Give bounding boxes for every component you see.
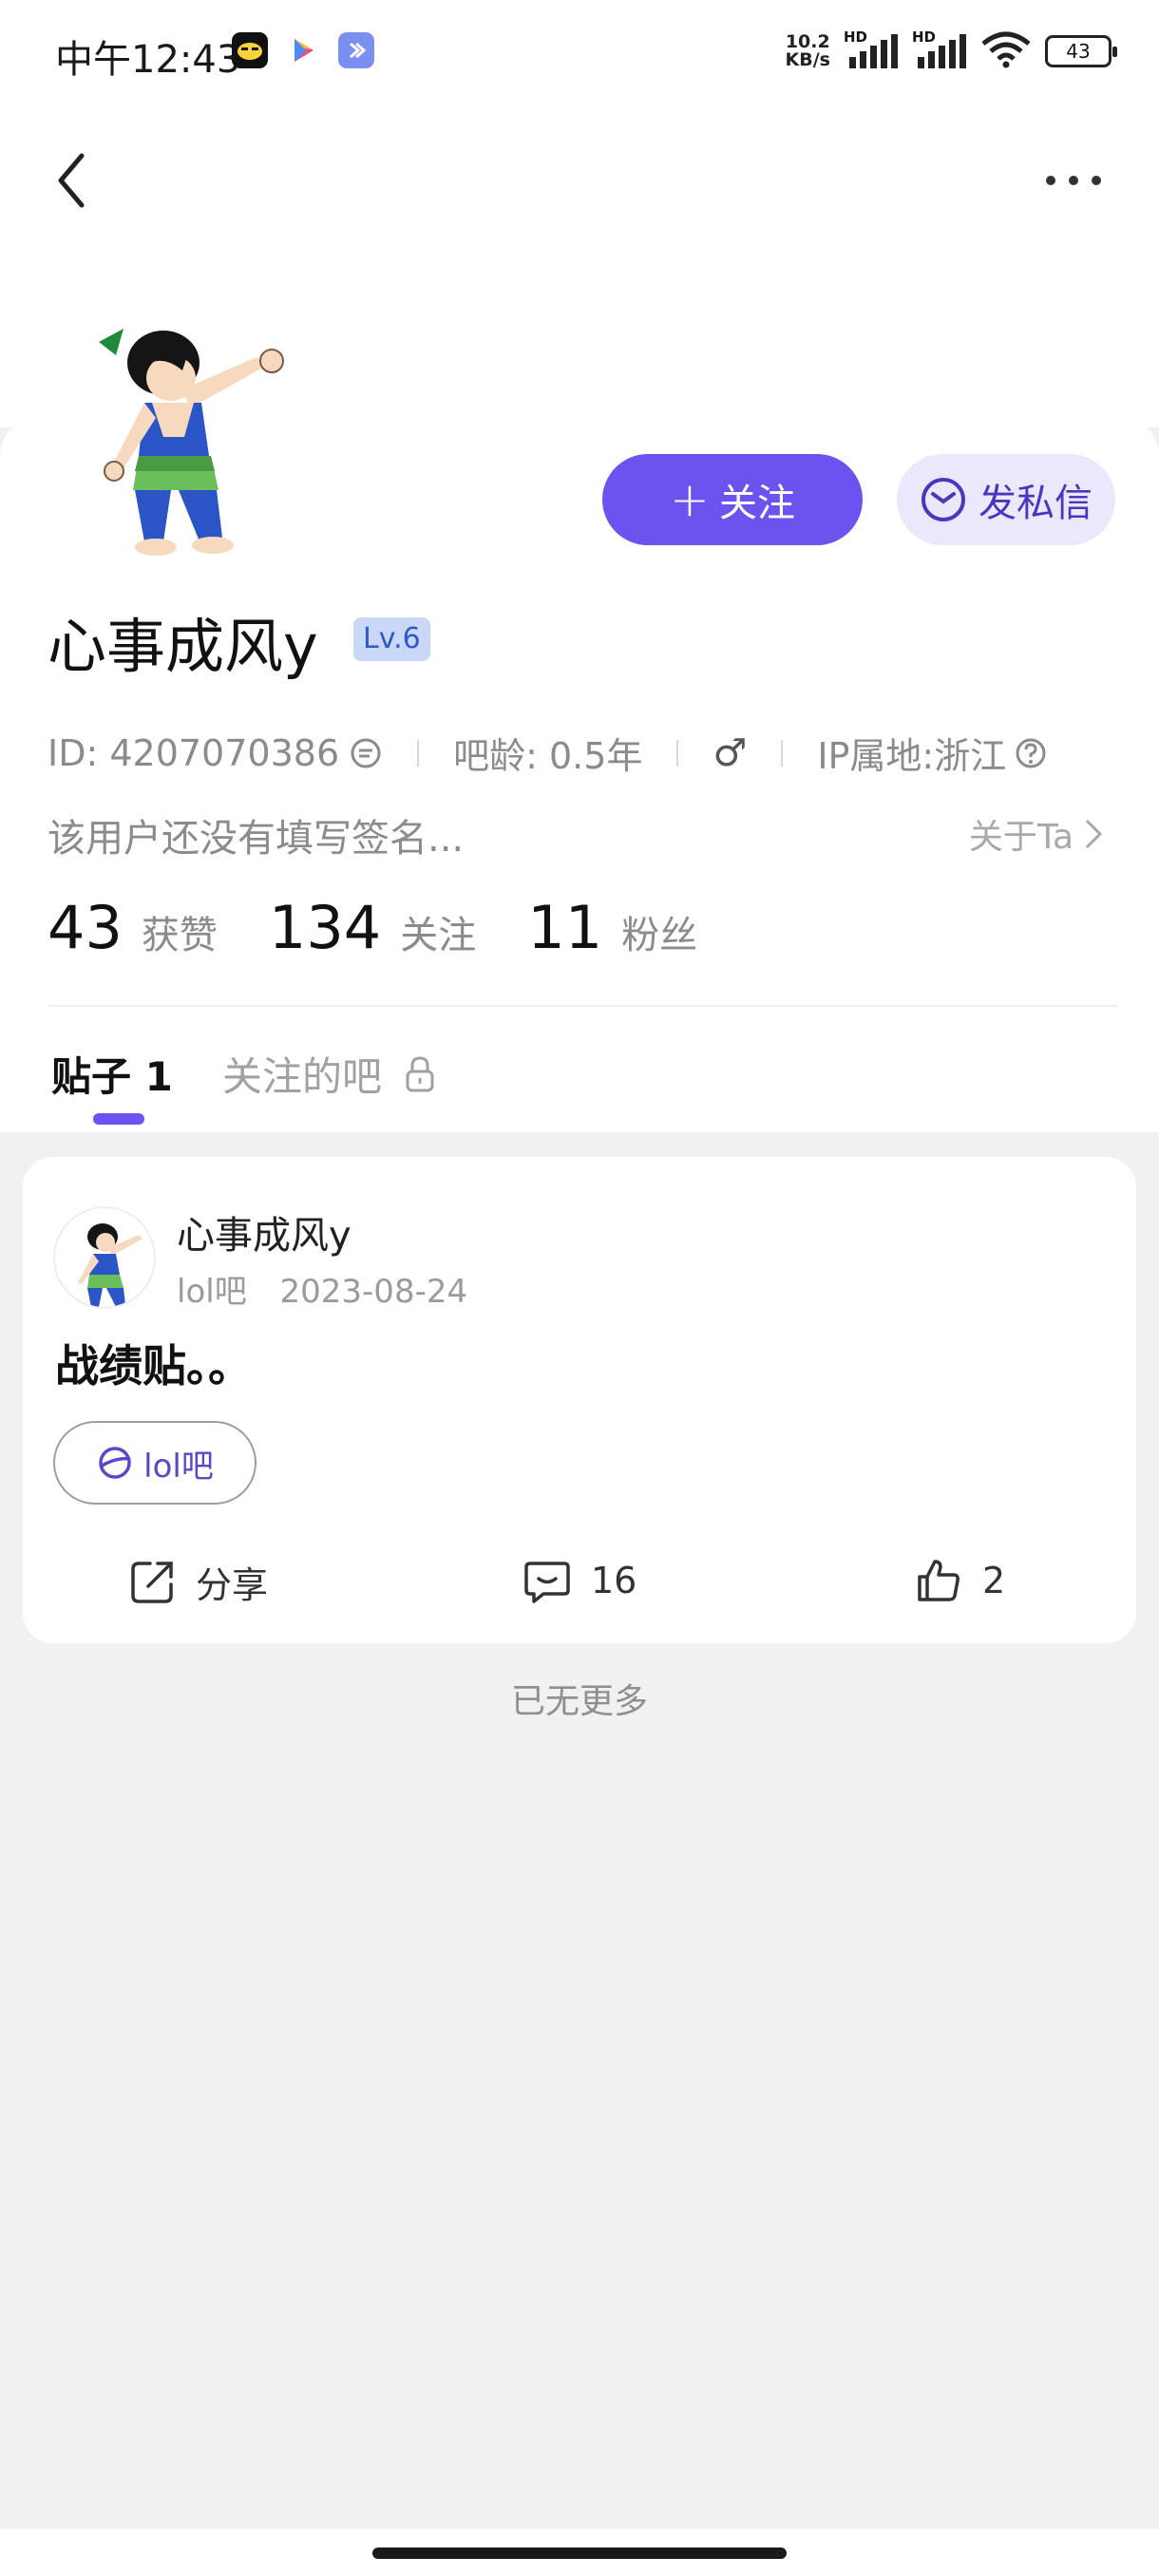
share-icon xyxy=(131,1561,173,1603)
post-title[interactable]: 战绩贴。。 xyxy=(55,1332,252,1394)
back-button[interactable] xyxy=(48,142,104,218)
more-dots-icon xyxy=(1046,176,1101,185)
message-button[interactable]: 发私信 xyxy=(897,454,1115,545)
stat-following-num: 134 xyxy=(268,893,382,962)
share-label: 分享 xyxy=(196,1564,269,1606)
post-actions: 分享 16 2 xyxy=(23,1537,1136,1632)
net-speed-unit: KB/s xyxy=(785,49,830,70)
chevron-left-icon xyxy=(58,153,85,208)
avatar[interactable] xyxy=(57,304,304,560)
male-icon: ♂ xyxy=(712,730,748,775)
chevron-right-icon xyxy=(1085,819,1103,849)
comment-count: 16 xyxy=(591,1560,637,1601)
tab-followed-bars[interactable]: 关注的吧 xyxy=(222,1045,437,1103)
avatar-image xyxy=(99,329,284,556)
profile-meta-row: ID: 4207070386 吧龄: 0.5年 ♂ IP属地:浙江 xyxy=(48,727,1048,779)
signal-1-icon: HD xyxy=(844,28,899,70)
meta-divider xyxy=(781,739,784,767)
avatar-image xyxy=(78,1223,142,1307)
status-time: 中午12:43 xyxy=(55,38,241,82)
bar-planet-icon xyxy=(99,1447,131,1479)
stat-following-label: 关注 xyxy=(400,914,477,957)
signature: 该用户还没有填写签名... xyxy=(48,817,465,861)
net-speed: 10.2 KB/s xyxy=(786,33,830,69)
stat-likes-label: 获赞 xyxy=(141,914,218,957)
like-button[interactable]: 2 xyxy=(914,1556,1005,1605)
profile-tabs: 贴子 1 关注的吧 xyxy=(0,1007,1159,1132)
stat-likes[interactable]: 43 获赞 xyxy=(48,893,218,962)
bar-chip[interactable]: lol吧 xyxy=(53,1421,256,1505)
comment-button[interactable]: 16 xyxy=(522,1556,636,1605)
assistant-app-icon xyxy=(338,32,374,68)
level-badge: Lv.6 xyxy=(353,617,430,661)
post-meta: lol吧 2023-08-24 xyxy=(177,1265,467,1312)
status-bar: 中午12:43 10.2 KB/s HD HD 43 xyxy=(0,0,1159,104)
about-link-label: 关于Ta xyxy=(968,818,1074,857)
stat-fans[interactable]: 11 粉丝 xyxy=(527,893,697,962)
bar-age: 吧龄: 0.5年 xyxy=(453,735,643,777)
username: 心事成风y xyxy=(48,612,318,681)
lock-icon xyxy=(406,1055,434,1091)
stat-following[interactable]: 134 关注 xyxy=(269,893,476,962)
meta-divider xyxy=(417,739,420,767)
thumbs-up-icon xyxy=(918,1560,960,1601)
copy-icon[interactable] xyxy=(349,736,383,770)
ip-location: IP属地:浙江 xyxy=(817,735,1007,777)
home-indicator[interactable] xyxy=(372,2548,787,2559)
tab-active-indicator xyxy=(93,1113,144,1125)
stat-fans-label: 粉丝 xyxy=(621,914,698,957)
signal-2-icon: HD xyxy=(912,28,967,70)
qq-face-app-icon xyxy=(232,32,268,68)
more-button[interactable] xyxy=(1036,161,1112,199)
stats-row: 43 获赞 134 关注 11 粉丝 xyxy=(48,893,697,962)
post-date: 2023-08-24 xyxy=(279,1273,468,1311)
no-more-text: 已无更多 xyxy=(510,1682,648,1721)
stat-fans-num: 11 xyxy=(527,893,603,962)
follow-button[interactable]: + 关注 xyxy=(602,454,863,545)
wifi-icon xyxy=(980,30,1032,72)
envelope-icon xyxy=(922,478,965,521)
user-id: ID: 4207070386 xyxy=(48,731,340,774)
bar-chip-label: lol吧 xyxy=(143,1447,214,1486)
help-icon[interactable] xyxy=(1014,736,1048,770)
status-indicators: 10.2 KB/s HD HD 43 xyxy=(786,28,1117,72)
battery-icon: 43 xyxy=(1045,35,1117,67)
post-author[interactable]: 心事成风y xyxy=(177,1204,352,1260)
post-card[interactable]: 心事成风y lol吧 2023-08-24 战绩贴。。 lol吧 分享 16 2 xyxy=(23,1157,1136,1643)
message-button-label: 发私信 xyxy=(978,482,1092,525)
post-bar-name[interactable]: lol吧 xyxy=(177,1273,247,1311)
comment-icon xyxy=(524,1562,570,1603)
tab-followed-bars-label: 关注的吧 xyxy=(222,1053,383,1100)
follow-button-label: 关注 xyxy=(718,482,795,525)
like-count: 2 xyxy=(982,1560,1006,1601)
tab-posts[interactable]: 贴子 1 xyxy=(51,1045,173,1103)
meta-divider xyxy=(676,739,679,767)
about-link[interactable]: 关于Ta xyxy=(969,809,1104,859)
play-store-app-icon xyxy=(285,32,321,68)
plus-icon: + xyxy=(670,472,710,527)
stat-likes-num: 43 xyxy=(48,893,123,962)
post-author-avatar[interactable] xyxy=(53,1206,156,1309)
share-button[interactable]: 分享 xyxy=(127,1556,268,1608)
